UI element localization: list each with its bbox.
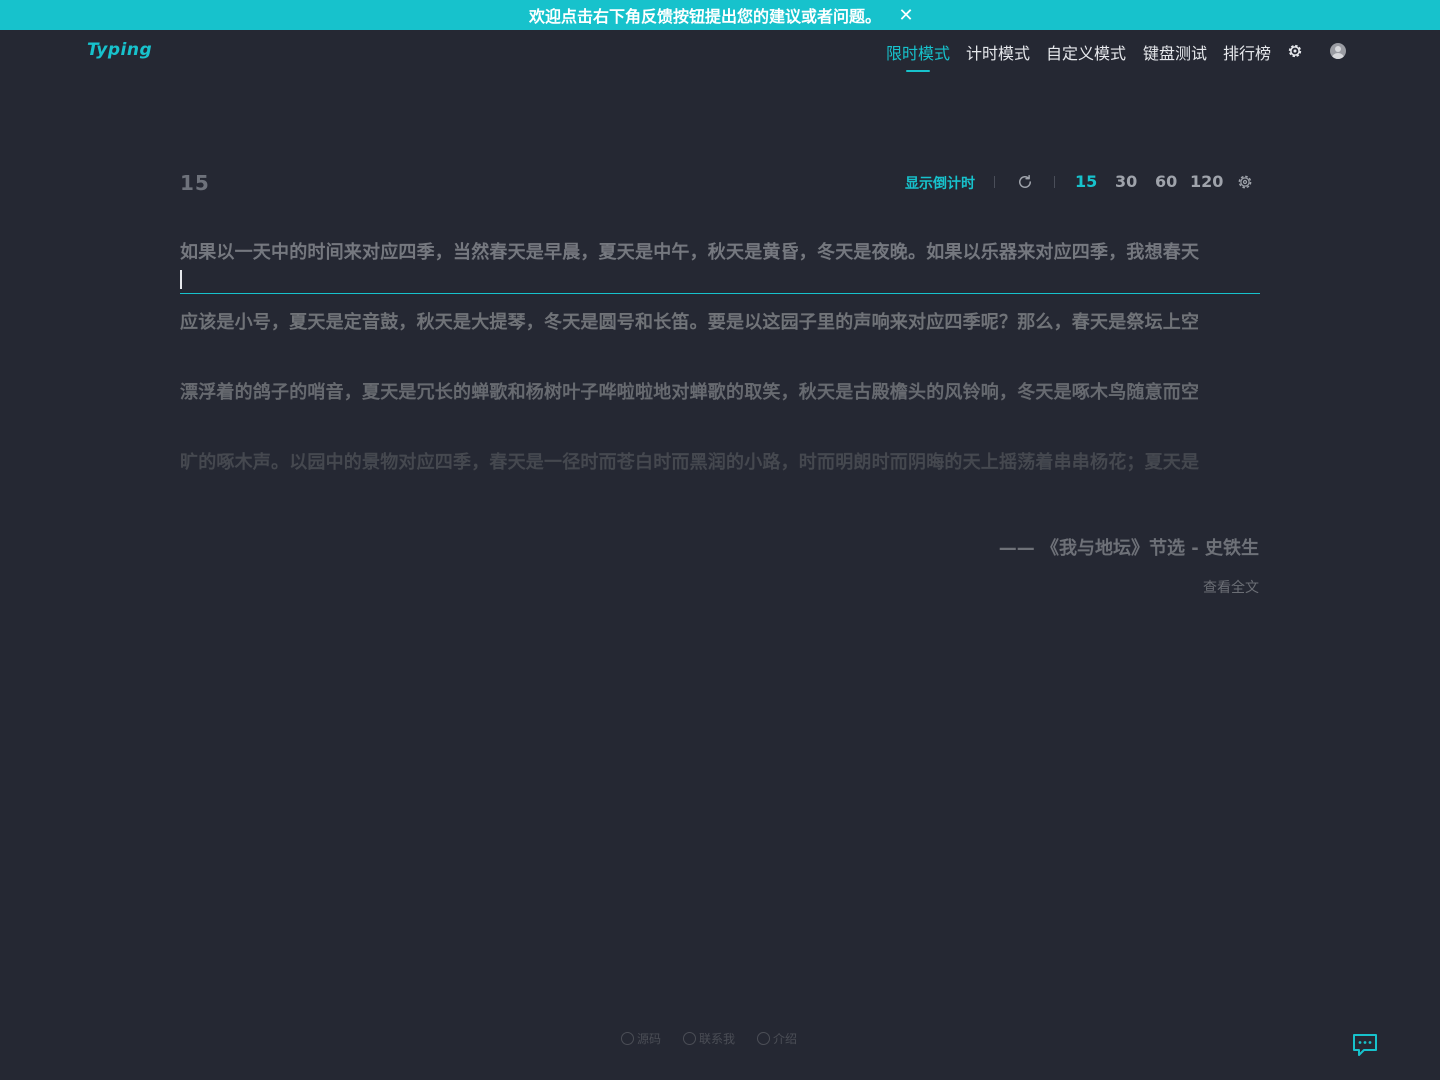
toolbar-divider bbox=[994, 176, 995, 188]
nav-item-leaderboard[interactable]: 排行榜 bbox=[1223, 40, 1271, 64]
footer-link-about[interactable]: 介绍 bbox=[757, 1030, 797, 1047]
passage-line-2: 应该是小号，夏天是定音鼓，秋天是大提琴，冬天是圆号和长笛。要是以这园子里的声响来… bbox=[180, 312, 1200, 333]
settings-gear-icon[interactable] bbox=[1286, 42, 1304, 60]
footer-link-source[interactable]: 源码 bbox=[621, 1030, 661, 1047]
nav-item-time-limit[interactable]: 限时模式 bbox=[886, 40, 950, 72]
banner-text: 欢迎点击右下角反馈按钮提出您的建议或者问题。 bbox=[528, 7, 881, 26]
duration-option-120[interactable]: 120 bbox=[1190, 172, 1223, 191]
github-icon bbox=[621, 1032, 634, 1045]
toolbar-divider bbox=[1054, 176, 1055, 188]
typing-caret bbox=[180, 270, 182, 289]
refresh-icon[interactable] bbox=[1016, 173, 1034, 191]
typing-toolbar: 显示倒计时 15 30 60 120 bbox=[0, 170, 1440, 194]
announcement-banner: 欢迎点击右下角反馈按钮提出您的建议或者问题。 ✕ bbox=[0, 0, 1440, 30]
typing-settings-icon[interactable] bbox=[1236, 173, 1254, 191]
banner-close-icon[interactable]: ✕ bbox=[896, 5, 916, 26]
duration-option-30[interactable]: 30 bbox=[1115, 172, 1137, 191]
duration-option-60[interactable]: 60 bbox=[1155, 172, 1177, 191]
nav-item-custom[interactable]: 自定义模式 bbox=[1046, 40, 1126, 64]
footer-link-label: 联系我 bbox=[699, 1032, 736, 1046]
show-countdown-toggle[interactable]: 显示倒计时 bbox=[905, 173, 975, 193]
passage-line-1: 如果以一天中的时间来对应四季，当然春天是早晨，夏天是中午，秋天是黄昏，冬天是夜晚… bbox=[180, 242, 1200, 263]
footer: 源码 联系我 介绍 bbox=[0, 1030, 1440, 1050]
duration-option-15[interactable]: 15 bbox=[1075, 172, 1097, 191]
user-avatar-icon[interactable] bbox=[1330, 43, 1346, 59]
feedback-chat-icon[interactable] bbox=[1351, 1032, 1379, 1058]
chat-icon bbox=[683, 1032, 696, 1045]
main-nav: 限时模式 计时模式 自定义模式 键盘测试 排行榜 bbox=[0, 38, 1440, 72]
footer-link-contact[interactable]: 联系我 bbox=[683, 1030, 735, 1047]
nav-item-keyboard-test[interactable]: 键盘测试 bbox=[1143, 40, 1207, 64]
info-icon bbox=[757, 1032, 770, 1045]
passage-line-3: 漂浮着的鸽子的哨音，夏天是冗长的蝉歌和杨树叶子哗啦啦地对蝉歌的取笑，秋天是古殿檐… bbox=[180, 382, 1200, 403]
footer-link-label: 源码 bbox=[637, 1032, 662, 1046]
view-full-text-link[interactable]: 查看全文 bbox=[1203, 577, 1259, 597]
footer-link-label: 介绍 bbox=[773, 1032, 798, 1046]
passage-line-4: 旷的啄木声。以园中的景物对应四季，春天是一径时而苍白时而黑润的小路，时而明朗时而… bbox=[180, 452, 1200, 473]
nav-item-timer[interactable]: 计时模式 bbox=[966, 40, 1030, 64]
passage-source: —— 《我与地坛》节选 - 史铁生 bbox=[998, 538, 1259, 559]
typing-input[interactable] bbox=[180, 293, 1260, 294]
